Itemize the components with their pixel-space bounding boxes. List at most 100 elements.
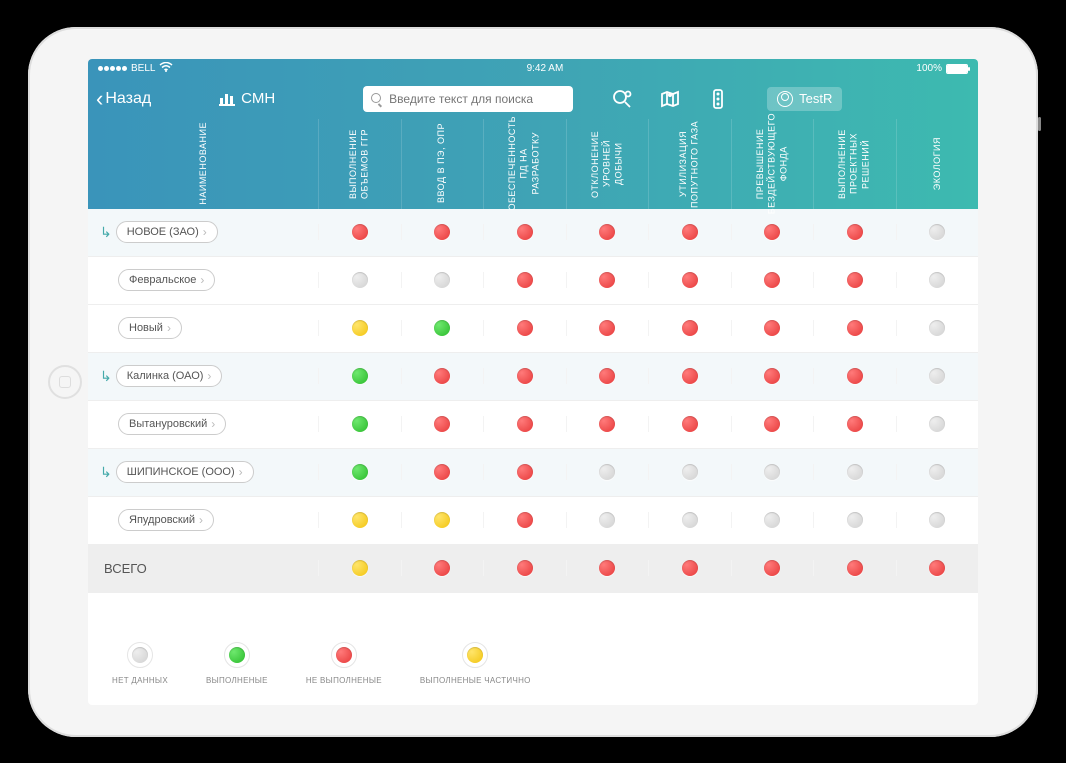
row-pill[interactable]: Новый› [118,317,182,339]
status-cell[interactable] [813,512,896,528]
row-pill[interactable]: Вытануровский› [118,413,226,435]
status-cell[interactable] [648,320,731,336]
search-settings-icon[interactable] [611,88,633,110]
status-cell[interactable] [648,368,731,384]
map-icon[interactable] [659,88,681,110]
status-cell[interactable] [896,272,979,288]
row-label: Февральское [129,274,196,286]
status-cell[interactable] [648,512,731,528]
status-cell[interactable] [401,560,484,576]
status-cell[interactable] [731,416,814,432]
home-button[interactable] [48,365,82,399]
status-cell[interactable] [731,368,814,384]
col-c2: ВВОД В ПЭ, ОПР [436,123,448,203]
status-cell[interactable] [566,272,649,288]
status-dot-icon [352,368,368,384]
search-box[interactable] [363,86,573,112]
status-cell[interactable] [731,272,814,288]
row-label: Калинка (ОАО) [127,370,204,382]
status-dot-icon [599,512,615,528]
status-cell[interactable] [813,320,896,336]
status-cell[interactable] [648,272,731,288]
status-cell[interactable] [813,368,896,384]
status-cell[interactable] [731,320,814,336]
status-cell[interactable] [896,512,979,528]
table-row: ВСЕГО [88,545,978,593]
status-cell[interactable] [318,272,401,288]
table-row: Новый› [88,305,978,353]
status-cell[interactable] [731,224,814,240]
status-cell[interactable] [483,272,566,288]
dot-red-icon [336,647,352,663]
status-cell[interactable] [566,464,649,480]
status-cell[interactable] [483,464,566,480]
status-cell[interactable] [401,512,484,528]
status-cell[interactable] [813,464,896,480]
status-cell[interactable] [896,464,979,480]
status-cell[interactable] [648,560,731,576]
status-cell[interactable] [483,224,566,240]
status-cell[interactable] [401,272,484,288]
row-pill[interactable]: ШИПИНСКОЕ (ООО)› [116,461,254,483]
status-cell[interactable] [401,224,484,240]
status-dot-icon [929,224,945,240]
status-dot-icon [599,224,615,240]
status-cell[interactable] [896,560,979,576]
traffic-light-icon[interactable] [707,88,729,110]
status-dot-icon [847,224,863,240]
status-cell[interactable] [401,320,484,336]
status-cell[interactable] [318,464,401,480]
status-cell[interactable] [566,512,649,528]
chevron-right-icon: › [211,417,215,431]
status-cell[interactable] [813,416,896,432]
search-input[interactable] [389,92,565,106]
status-cell[interactable] [318,560,401,576]
status-cell[interactable] [566,320,649,336]
status-cell[interactable] [318,416,401,432]
status-cell[interactable] [483,416,566,432]
status-dot-icon [847,512,863,528]
status-cell[interactable] [483,512,566,528]
status-cell[interactable] [896,224,979,240]
status-dot-icon [599,416,615,432]
status-cell[interactable] [483,320,566,336]
status-cell[interactable] [731,560,814,576]
nav-bar: ‹ Назад СМН [88,79,978,119]
power-button[interactable] [1038,117,1041,131]
row-pill[interactable]: НОВОЕ (ЗАО)› [116,221,218,243]
row-pill[interactable]: Февральское› [118,269,215,291]
status-dot-icon [764,320,780,336]
status-cell[interactable] [318,320,401,336]
status-cell[interactable] [566,224,649,240]
table-row: Япудровский› [88,497,978,545]
row-pill[interactable]: Япудровский› [118,509,214,531]
status-cell[interactable] [401,368,484,384]
status-cell[interactable] [401,416,484,432]
status-cell[interactable] [896,368,979,384]
status-cell[interactable] [566,416,649,432]
status-cell[interactable] [401,464,484,480]
status-dot-icon [929,320,945,336]
status-cell[interactable] [813,560,896,576]
status-cell[interactable] [896,320,979,336]
status-cell[interactable] [318,512,401,528]
status-cell[interactable] [648,464,731,480]
status-cell[interactable] [813,224,896,240]
status-cell[interactable] [731,512,814,528]
row-pill[interactable]: Калинка (ОАО)› [116,365,223,387]
back-button[interactable]: ‹ Назад [96,88,151,110]
status-cell[interactable] [483,368,566,384]
status-cell[interactable] [566,560,649,576]
status-cell[interactable] [896,416,979,432]
status-cell[interactable] [318,368,401,384]
status-cell[interactable] [648,416,731,432]
status-cell[interactable] [483,560,566,576]
user-badge[interactable]: TestR [767,87,842,111]
legend-none: НЕТ ДАННЫХ [112,642,168,685]
status-dot-icon [929,560,945,576]
status-cell[interactable] [648,224,731,240]
status-cell[interactable] [731,464,814,480]
status-cell[interactable] [566,368,649,384]
status-cell[interactable] [318,224,401,240]
status-cell[interactable] [813,272,896,288]
